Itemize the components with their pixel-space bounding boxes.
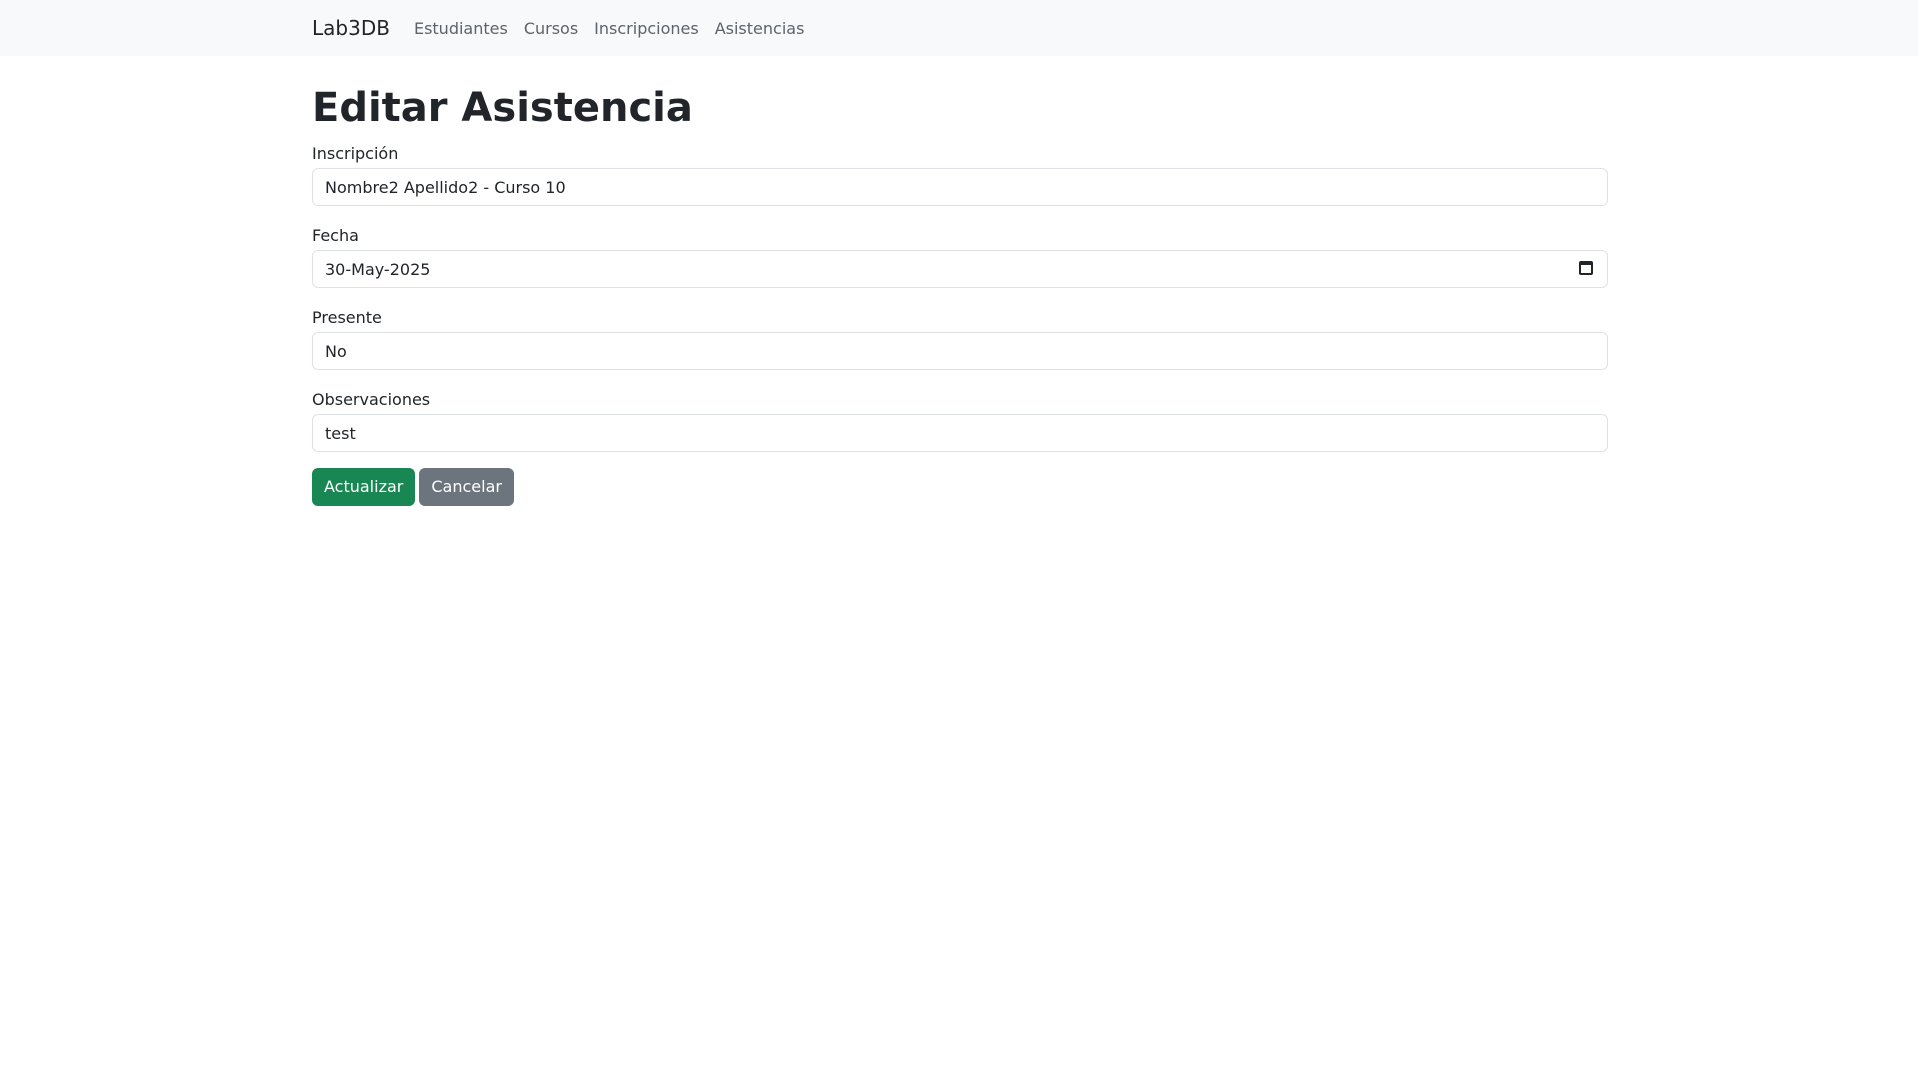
update-button[interactable]: Actualizar (312, 468, 416, 506)
observaciones-value: test (325, 423, 356, 443)
inscripcion-select[interactable]: Nombre2 Apellido2 - Curso 10 (312, 168, 1608, 206)
fecha-date-input[interactable]: 30-May-2025 (312, 250, 1608, 288)
nav-link-estudiantes[interactable]: Estudiantes (414, 19, 508, 38)
inscripcion-field-group: Inscripción Nombre2 Apellido2 - Curso 10 (312, 144, 1608, 206)
observaciones-field-group: Observaciones test (312, 390, 1608, 452)
navbar-brand[interactable]: Lab3DB (312, 16, 390, 40)
nav-link-asistencias[interactable]: Asistencias (715, 19, 805, 38)
form-buttons: Actualizar Cancelar (312, 468, 1608, 506)
fecha-field-group: Fecha 30-May-2025 (312, 226, 1608, 288)
nav-link-inscripciones[interactable]: Inscripciones (594, 19, 699, 38)
main-container: Editar Asistencia Inscripción Nombre2 Ap… (312, 56, 1608, 506)
cancel-button[interactable]: Cancelar (419, 468, 514, 506)
observaciones-input[interactable]: test (312, 414, 1608, 452)
fecha-value: 30-May-2025 (325, 259, 431, 279)
calendar-icon[interactable] (1579, 261, 1593, 275)
page-title: Editar Asistencia (312, 85, 693, 131)
inscripcion-label: Inscripción (312, 144, 399, 163)
observaciones-label: Observaciones (312, 390, 431, 409)
presente-select[interactable]: No (312, 332, 1608, 370)
nav-link-cursos[interactable]: Cursos (524, 19, 578, 38)
fecha-label: Fecha (312, 226, 359, 245)
presente-field-group: Presente No (312, 308, 1608, 370)
presente-value: No (325, 341, 347, 361)
navbar-inner: Lab3DB Estudiantes Cursos Inscripciones … (312, 0, 820, 56)
inscripcion-value: Nombre2 Apellido2 - Curso 10 (325, 177, 566, 197)
presente-label: Presente (312, 308, 382, 327)
navbar: Lab3DB Estudiantes Cursos Inscripciones … (0, 0, 1918, 56)
